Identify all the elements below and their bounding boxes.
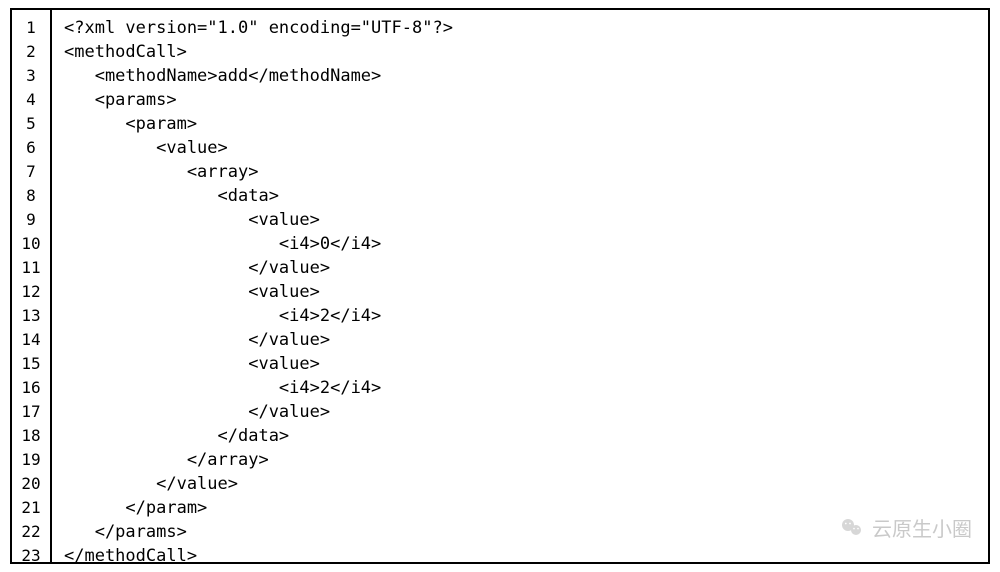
line-number-gutter: 1234567891011121314151617181920212223 (12, 10, 52, 562)
line-number: 20 (12, 472, 50, 496)
line-number: 8 (12, 184, 50, 208)
line-number: 21 (12, 496, 50, 520)
line-number: 12 (12, 280, 50, 304)
line-number: 14 (12, 328, 50, 352)
line-number: 15 (12, 352, 50, 376)
line-number: 18 (12, 424, 50, 448)
line-number: 10 (12, 232, 50, 256)
line-number: 2 (12, 40, 50, 64)
code-content: <?xml version="1.0" encoding="UTF-8"?> <… (64, 16, 988, 568)
code-frame: 1234567891011121314151617181920212223 <?… (10, 8, 990, 564)
line-number: 11 (12, 256, 50, 280)
code-area: <?xml version="1.0" encoding="UTF-8"?> <… (52, 10, 988, 562)
line-number: 19 (12, 448, 50, 472)
line-number: 17 (12, 400, 50, 424)
line-number: 16 (12, 376, 50, 400)
line-number: 22 (12, 520, 50, 544)
line-number: 3 (12, 64, 50, 88)
line-number: 13 (12, 304, 50, 328)
line-number: 1 (12, 16, 50, 40)
line-number: 4 (12, 88, 50, 112)
line-number: 9 (12, 208, 50, 232)
line-number: 23 (12, 544, 50, 568)
line-number: 7 (12, 160, 50, 184)
line-number: 6 (12, 136, 50, 160)
line-number: 5 (12, 112, 50, 136)
